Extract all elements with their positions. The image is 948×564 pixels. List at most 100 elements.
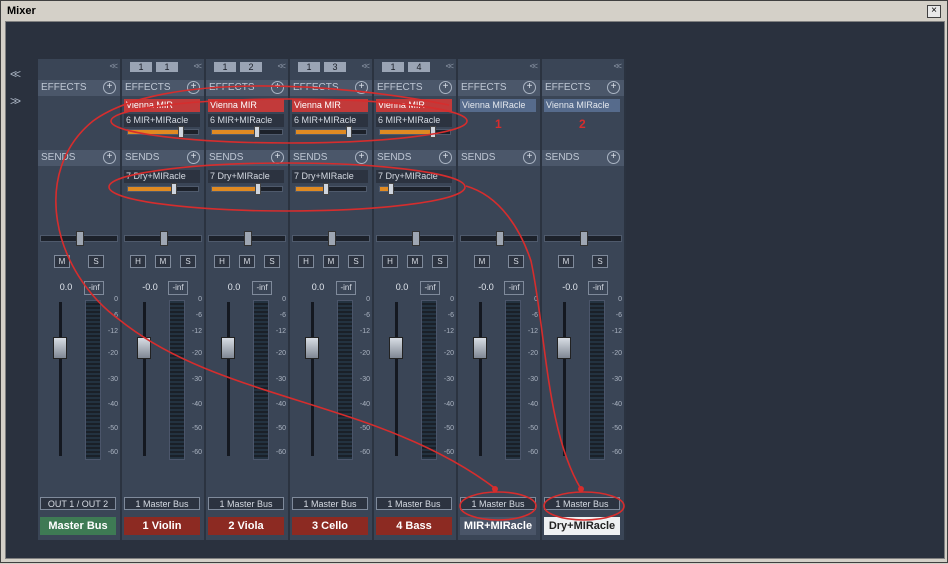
peak-readout[interactable]: -inf <box>504 281 524 295</box>
h-button[interactable]: H <box>130 255 146 268</box>
add-effect-icon[interactable]: + <box>103 81 116 94</box>
effect-slot[interactable]: Vienna MIR <box>292 99 368 112</box>
send-slot[interactable]: 7 Dry+MIRacle <box>208 170 284 183</box>
effect-slot[interactable]: 6 MIR+MIRacle <box>208 114 284 127</box>
peak-readout[interactable]: -inf <box>168 281 188 295</box>
volume-fader-track[interactable] <box>563 302 566 456</box>
send-level-slider[interactable] <box>379 183 451 195</box>
solo-button[interactable]: S <box>508 255 524 268</box>
add-send-icon[interactable]: + <box>523 151 536 164</box>
volume-fader-track[interactable] <box>59 302 62 456</box>
peak-readout[interactable]: -inf <box>336 281 356 295</box>
collapse-icon[interactable]: << <box>445 61 453 71</box>
output-routing-select[interactable]: OUT 1 / OUT 2 <box>40 497 116 510</box>
pan-knob[interactable] <box>160 231 168 246</box>
solo-button[interactable]: S <box>88 255 104 268</box>
add-effect-icon[interactable]: + <box>271 81 284 94</box>
effect-level-slider[interactable] <box>379 126 451 138</box>
output-routing-select[interactable]: 1 Master Bus <box>460 497 536 510</box>
effect-level-knob[interactable] <box>254 126 260 138</box>
volume-fader-knob[interactable] <box>389 337 403 359</box>
mute-button[interactable]: M <box>474 255 490 268</box>
pan-knob[interactable] <box>244 231 252 246</box>
pan-knob[interactable] <box>412 231 420 246</box>
volume-fader-knob[interactable] <box>305 337 319 359</box>
collapse-icon[interactable]: << <box>277 61 285 71</box>
volume-fader-track[interactable] <box>143 302 146 456</box>
effect-slot[interactable]: Vienna MIRacle <box>544 99 620 112</box>
solo-button[interactable]: S <box>180 255 196 268</box>
collapse-icon[interactable]: << <box>109 61 117 71</box>
peak-readout[interactable]: -inf <box>84 281 104 295</box>
collapse-icon[interactable]: << <box>613 61 621 71</box>
collapse-icon[interactable]: << <box>361 61 369 71</box>
solo-button[interactable]: S <box>592 255 608 268</box>
volume-fader-knob[interactable] <box>473 337 487 359</box>
pan-knob[interactable] <box>496 231 504 246</box>
scroll-right-icon[interactable]: >> <box>10 94 32 108</box>
add-send-icon[interactable]: + <box>355 151 368 164</box>
effect-slot[interactable]: Vienna MIRacle <box>460 99 536 112</box>
mute-button[interactable]: M <box>558 255 574 268</box>
effect-slot[interactable]: 6 MIR+MIRacle <box>124 114 200 127</box>
volume-fader-track[interactable] <box>479 302 482 456</box>
channel-name-button[interactable]: 1 Violin <box>124 517 200 535</box>
channel-name-button[interactable]: 2 Viola <box>208 517 284 535</box>
add-effect-icon[interactable]: + <box>187 81 200 94</box>
output-routing-select[interactable]: 1 Master Bus <box>208 497 284 510</box>
output-routing-select[interactable]: 1 Master Bus <box>376 497 452 510</box>
volume-fader-track[interactable] <box>311 302 314 456</box>
mute-button[interactable]: M <box>407 255 423 268</box>
pan-slider[interactable] <box>208 231 286 246</box>
add-effect-icon[interactable]: + <box>523 81 536 94</box>
solo-button[interactable]: S <box>264 255 280 268</box>
pan-slider[interactable] <box>40 231 118 246</box>
pan-knob[interactable] <box>76 231 84 246</box>
effect-level-slider[interactable] <box>211 126 283 138</box>
volume-fader-track[interactable] <box>395 302 398 456</box>
effect-level-slider[interactable] <box>127 126 199 138</box>
collapse-icon[interactable]: << <box>529 61 537 71</box>
effect-level-knob[interactable] <box>430 126 437 138</box>
solo-button[interactable]: S <box>348 255 364 268</box>
channel-name-button[interactable]: 3 Cello <box>292 517 368 535</box>
h-button[interactable]: H <box>298 255 314 268</box>
pan-knob[interactable] <box>580 231 588 246</box>
effect-level-knob[interactable] <box>346 126 353 138</box>
send-level-knob[interactable] <box>388 183 395 195</box>
add-send-icon[interactable]: + <box>607 151 620 164</box>
add-effect-icon[interactable]: + <box>607 81 620 94</box>
scroll-left-icon[interactable]: << <box>10 67 32 81</box>
send-slot[interactable]: 7 Dry+MIRacle <box>292 170 368 183</box>
effect-slot[interactable]: 6 MIR+MIRacle <box>292 114 368 127</box>
effect-level-slider[interactable] <box>295 126 367 138</box>
send-slot[interactable]: 7 Dry+MIRacle <box>376 170 452 183</box>
pan-slider[interactable] <box>460 231 538 246</box>
send-level-knob[interactable] <box>255 183 262 195</box>
output-routing-select[interactable]: 1 Master Bus <box>544 497 620 510</box>
send-level-slider[interactable] <box>127 183 199 195</box>
send-level-knob[interactable] <box>322 183 329 195</box>
channel-name-button[interactable]: Master Bus <box>40 517 116 535</box>
channel-name-button[interactable]: MIR+MIRacle <box>460 517 536 535</box>
mute-button[interactable]: M <box>54 255 70 268</box>
mute-button[interactable]: M <box>155 255 171 268</box>
output-routing-select[interactable]: 1 Master Bus <box>124 497 200 510</box>
channel-name-button[interactable]: 4 Bass <box>376 517 452 535</box>
add-send-icon[interactable]: + <box>439 151 452 164</box>
channel-name-button[interactable]: Dry+MIRacle <box>544 517 620 535</box>
effect-level-knob[interactable] <box>178 126 185 138</box>
peak-readout[interactable]: -inf <box>588 281 608 295</box>
peak-readout[interactable]: -inf <box>420 281 440 295</box>
effect-slot[interactable]: Vienna MIR <box>124 99 200 112</box>
send-level-slider[interactable] <box>295 183 367 195</box>
send-slot[interactable]: 7 Dry+MIRacle <box>124 170 200 183</box>
h-button[interactable]: H <box>214 255 230 268</box>
add-effect-icon[interactable]: + <box>439 81 452 94</box>
add-send-icon[interactable]: + <box>187 151 200 164</box>
pan-knob[interactable] <box>328 231 336 246</box>
close-button[interactable]: × <box>927 5 941 18</box>
pan-slider[interactable] <box>544 231 622 246</box>
pan-slider[interactable] <box>124 231 202 246</box>
solo-button[interactable]: S <box>432 255 448 268</box>
